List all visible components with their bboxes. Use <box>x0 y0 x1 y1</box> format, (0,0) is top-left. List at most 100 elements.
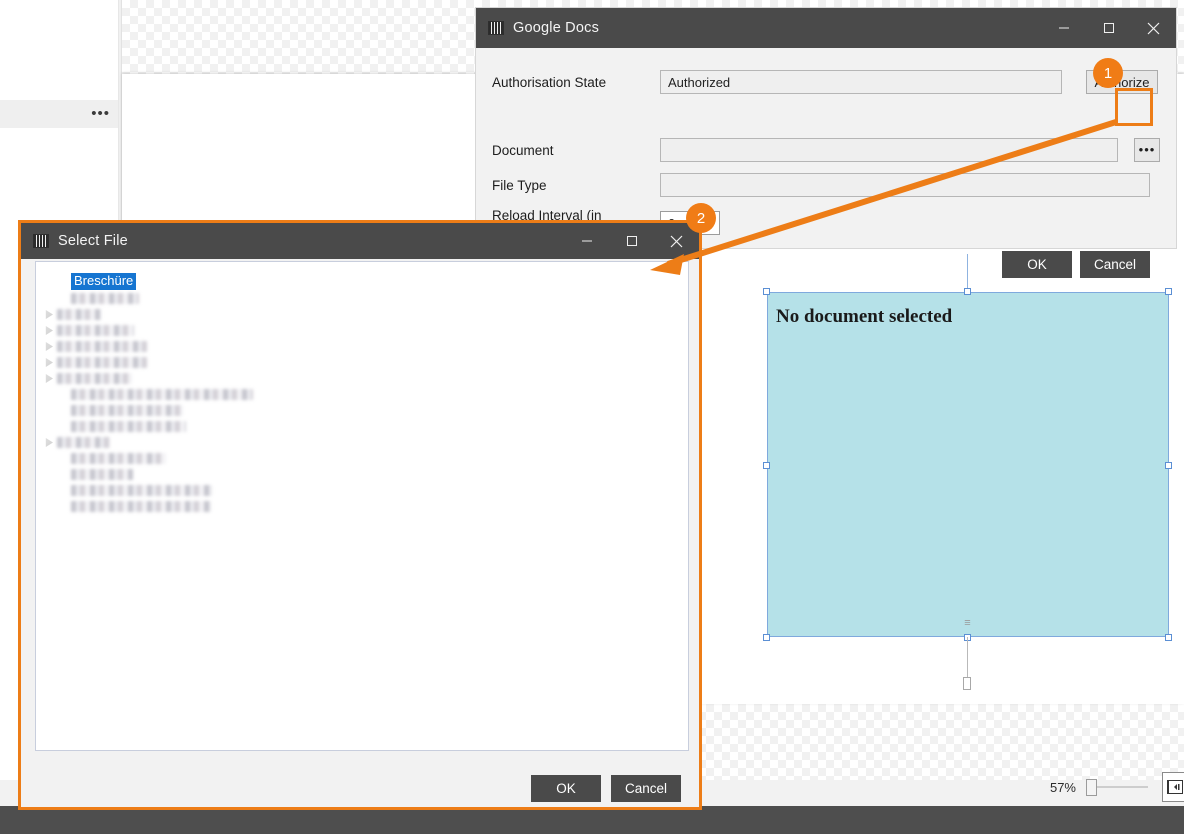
document-field <box>660 138 1118 162</box>
file-tree-item-label <box>57 373 132 384</box>
zoom-level-label: 57% <box>1049 779 1076 795</box>
overflow-menu-icon[interactable]: ••• <box>91 106 110 121</box>
select-file-title: Select File <box>58 233 128 249</box>
file-tree-item[interactable] <box>44 355 147 370</box>
form-row-authorisation-state: Authorisation State Authorized Authorize <box>492 70 1160 94</box>
google-docs-titlebar[interactable]: Google Docs <box>476 8 1176 48</box>
maximize-icon <box>626 236 637 246</box>
close-icon <box>1147 22 1160 34</box>
anchor-foot-icon[interactable] <box>963 677 971 690</box>
zoom-controls: 57% <box>994 764 1184 810</box>
file-tree-item[interactable] <box>58 467 133 482</box>
file-tree-item[interactable]: Breschüre <box>58 273 137 290</box>
fit-to-screen-button[interactable] <box>1162 772 1184 802</box>
rotation-line <box>967 254 968 292</box>
tree-expand-arrow-icon[interactable] <box>45 310 53 319</box>
maximize-icon <box>1103 23 1114 33</box>
handle-top-right[interactable] <box>1165 288 1172 295</box>
google-docs-body: Authorisation State Authorized Authorize… <box>476 48 1176 278</box>
file-type-field <box>660 173 1150 197</box>
file-tree-item[interactable] <box>58 403 183 418</box>
form-row-file-type: File Type <box>492 173 1160 197</box>
zoom-slider[interactable] <box>1086 779 1148 796</box>
file-tree-item-label <box>71 469 133 480</box>
minimize-icon <box>1058 27 1069 29</box>
maximize-button[interactable] <box>1086 8 1131 48</box>
left-panel-row[interactable]: ••• <box>0 100 118 128</box>
shape-rectangle[interactable] <box>767 292 1169 637</box>
file-tree-item[interactable] <box>58 483 212 498</box>
handle-middle-left[interactable] <box>763 462 770 469</box>
file-tree-item-label <box>71 485 212 496</box>
google-docs-ok-button[interactable]: OK <box>1002 251 1072 278</box>
form-row-document: Document ••• <box>492 138 1160 162</box>
file-tree-item-label <box>57 341 147 352</box>
label-document: Document <box>492 142 554 158</box>
file-tree-item[interactable] <box>58 387 253 402</box>
tree-expand-arrow-icon[interactable] <box>45 342 53 351</box>
selected-shape[interactable]: No document selected ≡ <box>763 254 1172 690</box>
select-file-titlebar[interactable]: Select File <box>21 223 699 259</box>
tree-expand-arrow-icon[interactable] <box>45 358 53 367</box>
file-tree-item-label <box>57 357 147 368</box>
select-file-maximize-button[interactable] <box>609 223 654 259</box>
file-tree-item-label <box>71 405 183 416</box>
select-file-footer: OK Cancel <box>531 775 681 802</box>
zoom-slider-thumb[interactable] <box>1086 779 1097 796</box>
shape-placeholder-text: No document selected <box>776 306 953 327</box>
close-button[interactable] <box>1131 8 1176 48</box>
authorisation-state-field: Authorized <box>660 70 1062 94</box>
file-tree-item[interactable] <box>44 339 147 354</box>
google-docs-title: Google Docs <box>513 20 600 36</box>
handle-top-center[interactable] <box>964 288 971 295</box>
tree-expand-arrow-icon[interactable] <box>45 326 53 335</box>
file-tree-item[interactable] <box>44 307 101 322</box>
tree-expand-arrow-icon[interactable] <box>45 438 53 447</box>
handle-top-left[interactable] <box>763 288 770 295</box>
handle-bottom-left[interactable] <box>763 634 770 641</box>
file-tree-item[interactable] <box>58 419 186 434</box>
file-tree-item-label <box>71 421 186 432</box>
file-tree-item-label <box>57 437 110 448</box>
browse-button-highlight <box>1115 88 1153 126</box>
select-file-window-buttons <box>564 223 699 259</box>
step-badge-2: 2 <box>686 203 716 233</box>
file-tree-item-label-selected: Breschüre <box>71 273 137 290</box>
select-file-minimize-button[interactable] <box>564 223 609 259</box>
google-docs-window-buttons <box>1041 8 1176 48</box>
file-tree-item[interactable] <box>58 451 166 466</box>
google-docs-dialog: Google Docs Authorisation State Authoriz… <box>476 8 1176 278</box>
anchor-mark-icon: ≡ <box>964 617 971 629</box>
minimize-icon <box>581 240 592 242</box>
file-tree-item-label <box>71 501 211 512</box>
file-tree-item[interactable] <box>58 291 139 306</box>
google-docs-cancel-button[interactable]: Cancel <box>1080 251 1150 278</box>
step-badge-1: 1 <box>1093 58 1123 88</box>
screen-root: ••• No document selected ≡ 57% Google Do… <box>0 0 1184 834</box>
minimize-button[interactable] <box>1041 8 1086 48</box>
select-file-icon <box>33 234 49 248</box>
label-file-type: File Type <box>492 177 547 193</box>
select-file-dialog: Select File Breschüre OK Cancel <box>18 220 702 810</box>
file-tree-item[interactable] <box>44 435 110 450</box>
select-file-ok-button[interactable]: OK <box>531 775 601 802</box>
google-docs-footer: OK Cancel <box>1002 251 1150 278</box>
file-tree-item-label <box>71 389 253 400</box>
tree-expand-arrow-icon[interactable] <box>45 374 53 383</box>
file-tree-item-label <box>71 453 166 464</box>
taskbar <box>0 806 1184 834</box>
file-tree-item-label <box>71 293 139 304</box>
file-tree-item[interactable] <box>44 323 134 338</box>
file-tree-list[interactable]: Breschüre <box>35 261 689 751</box>
select-file-cancel-button[interactable]: Cancel <box>611 775 681 802</box>
file-tree-item[interactable] <box>44 371 132 386</box>
browse-document-button[interactable]: ••• <box>1134 138 1160 162</box>
file-tree-item-label <box>57 325 134 336</box>
file-tree-item[interactable] <box>58 499 211 514</box>
label-authorisation-state: Authorisation State <box>492 74 607 90</box>
close-icon <box>670 235 683 247</box>
fit-to-screen-icon <box>1167 780 1183 794</box>
handle-bottom-right[interactable] <box>1165 634 1172 641</box>
google-docs-icon <box>488 21 504 35</box>
handle-middle-right[interactable] <box>1165 462 1172 469</box>
